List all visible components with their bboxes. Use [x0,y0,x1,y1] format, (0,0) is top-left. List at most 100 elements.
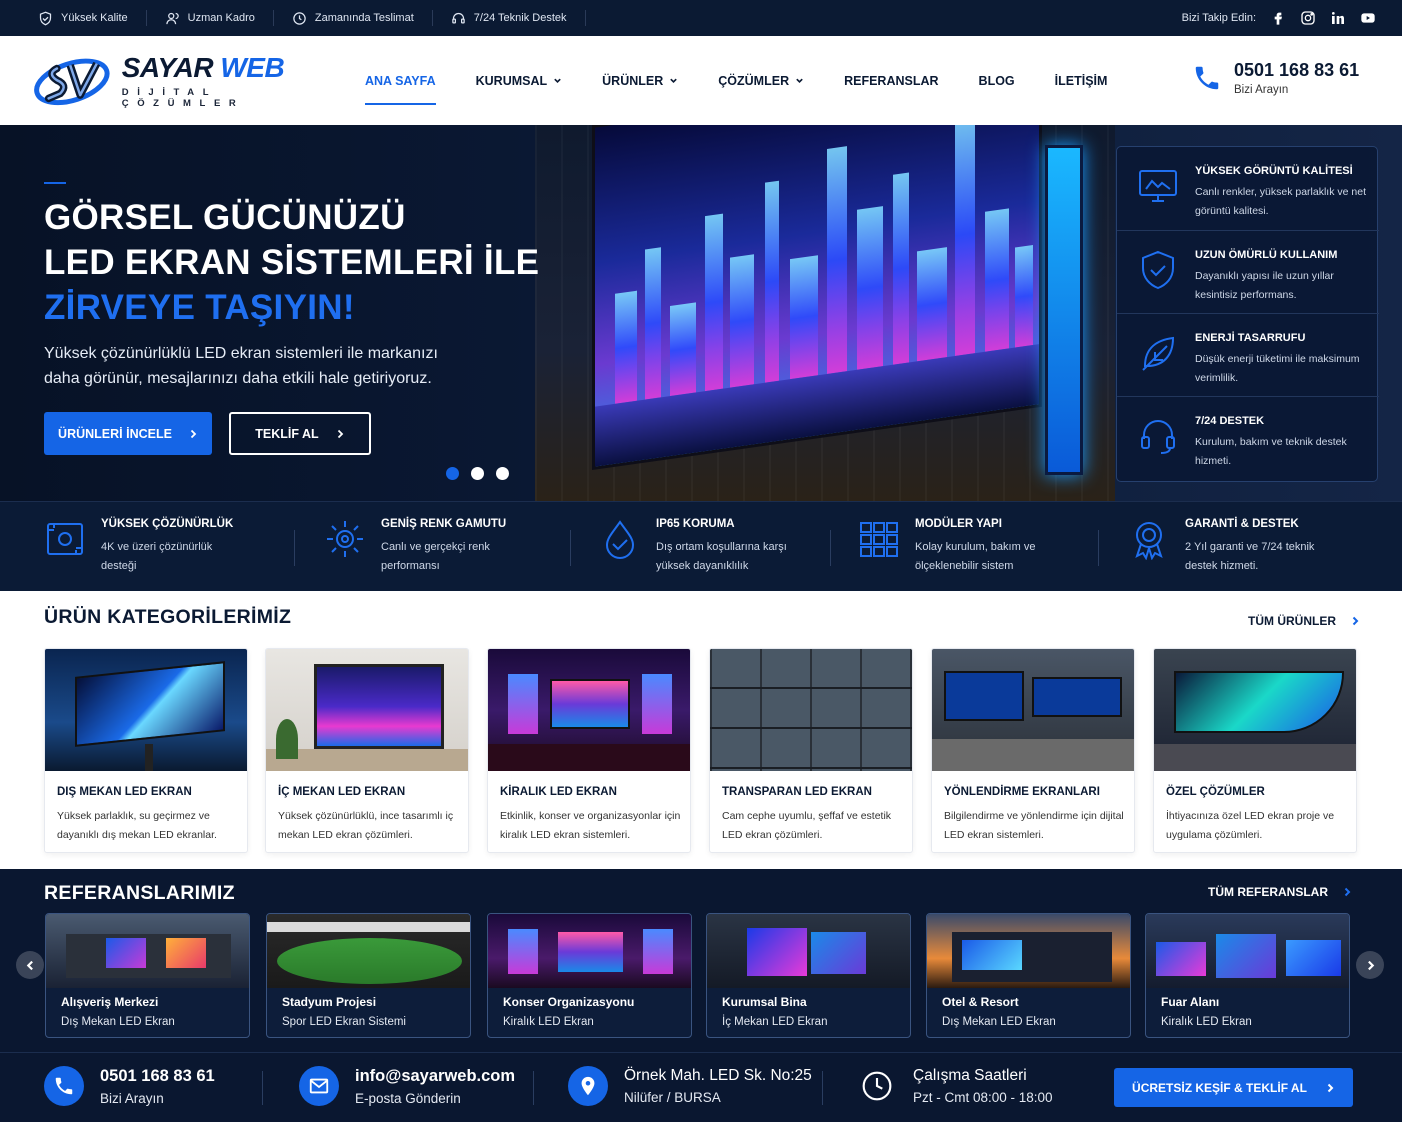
slider-dot-1[interactable] [446,467,459,480]
strip-desc: 2 Yıl garanti ve 7/24 teknik destek hizm… [1185,541,1315,572]
nav-contact[interactable]: İLETİŞİM [1055,36,1108,125]
nav-corporate[interactable]: KURUMSAL [476,36,563,125]
grid-icon [860,522,898,557]
chevron-right-icon [1327,1083,1334,1092]
category-image [488,649,690,771]
category-image [710,649,912,771]
facebook-icon[interactable] [1270,10,1286,26]
reference-card[interactable]: Fuar Alanı Kiralık LED Ekran [1145,913,1350,1038]
category-desc: Etkinlik, konser ve organizasyonlar için… [500,810,681,841]
hero-title: GÖRSEL GÜCÜNÜZÜ LED EKRAN SİSTEMLERİ İLE… [44,198,540,327]
reference-desc: Dış Mekan LED Ekran [942,1016,1056,1028]
reference-card[interactable]: Stadyum Projesi Spor LED Ekran Sistemi [266,913,471,1038]
nav-products[interactable]: ÜRÜNLER [602,36,678,125]
carousel-prev-button[interactable] [16,951,44,979]
topbar-delivery: Zamanında Teslimat [292,10,433,26]
linkedin-icon[interactable] [1330,10,1346,26]
category-desc: Cam cephe uyumlu, şeffaf ve estetik LED … [722,810,892,841]
reference-image [1146,914,1349,988]
category-desc: Yüksek parlaklık, su geçirmez ve dayanık… [57,810,217,841]
category-card[interactable]: YÖNLENDİRME EKRANLARI Bilgilendirme ve y… [931,648,1135,853]
divider [570,530,571,566]
reference-card[interactable]: Otel & Resort Dış Mekan LED Ekran [926,913,1131,1038]
contact-hours-value: Pzt - Cmt 08:00 - 18:00 [913,1090,1053,1105]
features-strip: YÜKSEK ÇÖZÜNÜRLÜK 4K ve üzeri çözünürlük … [0,501,1402,591]
reference-card[interactable]: Kurumsal Bina İç Mekan LED Ekran [706,913,911,1038]
water-drop-icon [605,520,635,559]
hero-feature-title: ENERJİ TASARRUFU [1195,332,1306,344]
phone-icon [44,1066,84,1106]
nav-home[interactable]: ANA SAYFA [365,36,436,125]
hero-feature-item: UZUN ÖMÜRLÜ KULLANIM Dayanıklı yapısı ile… [1117,230,1379,313]
reference-card[interactable]: Konser Organizasyonu Kiralık LED Ekran [487,913,692,1038]
slider-dot-3[interactable] [496,467,509,480]
hero-accent-line [44,182,66,184]
follow-label: Bizi Takip Edin: [1181,12,1256,24]
hero-feature-title: 7/24 DESTEK [1195,415,1265,427]
all-references-link[interactable]: TÜM REFERANSLAR [1208,885,1352,899]
reference-title: Fuar Alanı [1161,995,1220,1009]
reference-image [46,914,249,988]
chevron-down-icon [554,78,561,83]
hero-feature-desc: Canlı renkler, yüksek parlaklık ve net g… [1195,186,1366,217]
topbar-label: Yüksek Kalite [61,12,128,24]
award-icon [1135,522,1163,560]
category-card[interactable]: DIŞ MEKAN LED EKRAN Yüksek parlaklık, su… [44,648,248,853]
logo-mark-icon [34,58,110,106]
reference-desc: Kiralık LED Ekran [503,1016,594,1028]
nav-blog[interactable]: BLOG [979,36,1015,125]
reference-image [267,914,470,988]
contact-hours: Çalışma Saatleri Pzt - Cmt 08:00 - 18:00 [857,1066,1053,1106]
headset-icon [1141,420,1175,454]
strip-item: MODÜLER YAPI Kolay kurulum, bakım ve ölçe… [858,518,1088,576]
category-card[interactable]: ÖZEL ÇÖZÜMLER İhtiyacınıza özel LED ekra… [1153,648,1357,853]
category-card[interactable]: KİRALIK LED EKRAN Etkinlik, konser ve or… [487,648,691,853]
logo[interactable]: SAYAR WEB DİJİTAL ÇÖZÜMLER [32,46,312,116]
strip-title: IP65 KORUMA [656,518,735,530]
contact-email-address: info@sayarweb.com [355,1066,516,1085]
view-products-button[interactable]: ÜRÜNLERİ İNCELE [44,412,212,455]
youtube-icon[interactable] [1360,10,1376,26]
slider-dot-2[interactable] [471,467,484,480]
category-image [45,649,247,771]
top-bar: Yüksek Kalite Uzman Kadro Zamanında Tesl… [0,0,1402,36]
reference-desc: Spor LED Ekran Sistemi [282,1016,406,1028]
carousel-next-button[interactable] [1356,951,1384,979]
nav-references[interactable]: REFERANSLAR [844,36,938,125]
free-survey-quote-button[interactable]: ÜCRETSİZ KEŞİF & TEKLİF AL [1114,1068,1353,1107]
divider [1098,530,1099,566]
header-phone-number: 0501 168 83 61 [1234,60,1360,80]
contact-phone-label: Bizi Arayın [100,1090,164,1106]
strip-item: YÜKSEK ÇÖZÜNÜRLÜK 4K ve üzeri çözünürlük … [44,518,284,576]
strip-item: GENİŞ RENK GAMUTU Canlı ve gerçekçi renk … [324,518,554,576]
category-title: YÖNLENDİRME EKRANLARI [944,786,1100,798]
users-icon [165,12,179,24]
location-pin-icon [568,1066,608,1106]
monitor-icon [1139,170,1177,202]
chevron-right-icon [1367,960,1374,970]
category-title: KİRALIK LED EKRAN [500,786,617,798]
strip-item: GARANTİ & DESTEK 2 Yıl garanti ve 7/24 te… [1128,518,1368,576]
category-card[interactable]: TRANSPARAN LED EKRAN Cam cephe uyumlu, ş… [709,648,913,853]
hero-feature-desc: Kurulum, bakım ve teknik destek hizmeti. [1195,436,1347,467]
category-card[interactable]: İÇ MEKAN LED EKRAN Yüksek çözünürlüklü, … [265,648,469,853]
reference-desc: İç Mekan LED Ekran [722,1016,828,1028]
get-quote-button[interactable]: TEKLİF AL [229,412,371,455]
reference-card[interactable]: Alışveriş Merkezi Dış Mekan LED Ekran [45,913,250,1038]
header-phone[interactable]: 0501 168 83 61 Bizi Arayın [1192,60,1359,96]
all-products-link[interactable]: TÜM ÜRÜNLER [1248,614,1360,628]
topbar-quality: Yüksek Kalite [38,10,147,26]
contact-email[interactable]: info@sayarweb.com E-posta Gönderin [299,1066,515,1106]
reference-desc: Kiralık LED Ekran [1161,1016,1252,1028]
main-nav: ANA SAYFA KURUMSAL ÜRÜNLER ÇÖZÜMLER REFE… [365,36,1147,125]
categories-title: ÜRÜN KATEGORİLERİMİZ [44,606,292,628]
contact-phone[interactable]: 0501 168 83 61 Bizi Arayın [44,1066,215,1106]
divider [533,1071,534,1105]
hero-side-sign [1045,145,1083,475]
sun-icon [327,521,363,557]
reference-desc: Dış Mekan LED Ekran [61,1016,175,1028]
chevron-left-icon [26,960,33,970]
instagram-icon[interactable] [1300,10,1316,26]
category-title: TRANSPARAN LED EKRAN [722,786,872,798]
nav-solutions[interactable]: ÇÖZÜMLER [718,36,804,125]
